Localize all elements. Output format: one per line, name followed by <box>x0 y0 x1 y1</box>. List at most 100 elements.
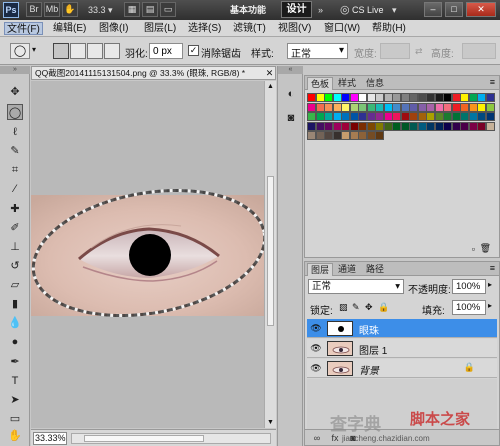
layer-row-layer1[interactable]: 👁 图层 1 <box>307 339 497 358</box>
zoom-dropdown[interactable]: 33.3 <box>88 3 106 17</box>
eraser-tool-icon[interactable]: ▱ <box>7 277 23 293</box>
lock-pixels-icon[interactable]: ✎ <box>352 302 360 313</box>
gradient-tool-icon[interactable]: ▮ <box>7 296 23 312</box>
horizontal-scroll-thumb[interactable] <box>84 435 204 442</box>
swatch[interactable] <box>375 131 384 140</box>
swap-icon[interactable]: ⇄ <box>415 46 423 57</box>
swatch[interactable] <box>485 121 495 131</box>
screen-mode-icon[interactable]: ▭ <box>160 2 176 17</box>
layer-row-eyeball[interactable]: 👁 眼珠 <box>307 319 497 338</box>
cs-live-icon[interactable]: ◎ <box>340 3 350 17</box>
tab-styles[interactable]: 样式 <box>335 77 359 90</box>
antialias-checkbox[interactable]: ✓ <box>188 45 199 56</box>
new-swatch-icon[interactable]: ▫ <box>472 244 475 254</box>
move-tool-icon[interactable]: ✥ <box>7 84 23 100</box>
maximize-button[interactable]: □ <box>445 2 463 17</box>
panel-menu-icon[interactable]: ≡ <box>490 263 495 273</box>
layer-row-background[interactable]: 👁 背景 🔒 <box>307 359 497 378</box>
trash-icon[interactable]: 🗑 <box>480 243 491 254</box>
tab-paths[interactable]: 路径 <box>363 263 387 276</box>
brush-tool-icon[interactable]: ✐ <box>7 220 23 236</box>
blend-mode-select[interactable]: 正常 ▾ <box>308 279 404 294</box>
chevron-right-icon[interactable]: ▸ <box>488 301 492 310</box>
feather-input[interactable] <box>149 43 183 59</box>
minibridge-icon[interactable]: Mb <box>44 2 60 17</box>
lock-all-icon[interactable]: 🔒 <box>378 302 389 313</box>
menu-layer[interactable]: 图层(L) <box>142 22 178 35</box>
menu-image[interactable]: 图像(I) <box>97 22 130 35</box>
hand-tool-icon[interactable]: ✋ <box>7 428 23 444</box>
crop-tool-icon[interactable]: ⌗ <box>7 162 23 178</box>
scroll-down-icon[interactable]: ▼ <box>267 419 274 426</box>
shape-tool-icon[interactable]: ▭ <box>7 411 23 427</box>
panel-menu-icon[interactable]: ≡ <box>490 77 495 87</box>
swatch[interactable] <box>485 93 495 102</box>
width-input[interactable] <box>380 43 410 59</box>
hand-icon[interactable]: ✋ <box>62 2 78 17</box>
eye-icon[interactable]: 👁 <box>310 343 322 353</box>
zoom-level-field[interactable]: 33.33% <box>33 432 67 445</box>
double-chevron-icon[interactable]: » <box>318 3 323 17</box>
vertical-scrollbar[interactable]: ▲ ▼ <box>264 81 276 428</box>
chevron-right-icon[interactable]: ▸ <box>488 280 492 289</box>
menu-filter[interactable]: 滤镜(T) <box>231 22 268 35</box>
ellipse-marquee-tool-icon[interactable]: ◯ <box>7 104 23 120</box>
dodge-tool-icon[interactable]: ● <box>7 334 23 350</box>
path-select-tool-icon[interactable]: ➤ <box>7 392 23 408</box>
subtract-selection-icon[interactable] <box>87 43 103 59</box>
arrange-icon[interactable]: ▤ <box>142 2 158 17</box>
bridge-icon[interactable]: Br <box>26 2 42 17</box>
menu-window[interactable]: 窗口(W) <box>322 22 362 35</box>
close-button[interactable]: ✕ <box>466 2 496 17</box>
color-panel-icon[interactable]: ◐ <box>283 86 299 102</box>
tab-channels[interactable]: 通道 <box>335 263 359 276</box>
chevron-down-icon[interactable]: ▾ <box>108 3 113 17</box>
menu-edit[interactable]: 编辑(E) <box>51 22 88 35</box>
close-document-icon[interactable]: ✕ <box>264 67 275 79</box>
masks-panel-icon[interactable]: ◙ <box>283 110 299 126</box>
document-tab[interactable]: QQ截图20141115131504.png @ 33.3% (眼珠, RGB/… <box>31 66 276 80</box>
horizontal-scrollbar[interactable] <box>71 433 271 444</box>
intersect-selection-icon[interactable] <box>104 43 120 59</box>
ellipse-marquee-preset-icon[interactable]: ◯ <box>10 43 30 59</box>
canvas-area[interactable] <box>31 81 264 428</box>
tab-layers[interactable]: 图层 <box>307 263 334 276</box>
quick-select-tool-icon[interactable]: ✎ <box>7 143 23 159</box>
workspace-design-button[interactable]: 设计 <box>281 1 312 18</box>
pen-tool-icon[interactable]: ✒ <box>7 354 23 370</box>
link-icon[interactable]: ∞ <box>311 432 323 444</box>
collapse-icon[interactable]: « <box>278 66 303 74</box>
clone-stamp-tool-icon[interactable]: ⊥ <box>7 239 23 255</box>
eyedropper-tool-icon[interactable]: ⁄ <box>7 181 23 197</box>
menu-help[interactable]: 帮助(H) <box>370 22 408 35</box>
menu-select[interactable]: 选择(S) <box>186 22 223 35</box>
menu-file[interactable]: 文件(F) <box>4 22 43 35</box>
fill-input[interactable]: 100% <box>452 300 486 315</box>
eye-icon[interactable]: 👁 <box>310 323 322 333</box>
swatch[interactable] <box>485 112 495 121</box>
image-canvas[interactable] <box>31 81 264 428</box>
lock-transparency-icon[interactable]: ▨ <box>339 302 348 313</box>
cs-live-menu[interactable]: CS Live <box>352 3 384 17</box>
height-input[interactable] <box>462 43 496 59</box>
style-select[interactable]: 正常 ▾ <box>287 43 348 60</box>
history-brush-tool-icon[interactable]: ↺ <box>7 258 23 274</box>
chevron-down-icon[interactable]: ▾ <box>32 45 36 54</box>
scroll-up-icon[interactable]: ▲ <box>267 83 274 90</box>
add-selection-icon[interactable] <box>70 43 86 59</box>
type-tool-icon[interactable]: T <box>7 373 23 389</box>
swatch[interactable] <box>485 102 495 112</box>
tab-swatches[interactable]: 色板 <box>307 77 334 90</box>
collapse-icon[interactable]: » <box>0 66 30 74</box>
chevron-down-icon[interactable]: ▾ <box>392 3 397 17</box>
eye-icon[interactable]: 👁 <box>310 363 322 373</box>
lock-position-icon[interactable]: ✥ <box>365 302 373 313</box>
workspace-basic[interactable]: 基本功能 <box>230 3 266 17</box>
lasso-tool-icon[interactable]: ℓ <box>7 124 23 140</box>
minimize-button[interactable]: – <box>424 2 442 17</box>
grid-view-icon[interactable]: ▦ <box>124 2 140 17</box>
tab-info[interactable]: 信息 <box>363 77 387 90</box>
menu-view[interactable]: 视图(V) <box>276 22 313 35</box>
vertical-scroll-thumb[interactable] <box>267 176 274 326</box>
blur-tool-icon[interactable]: 💧 <box>7 315 23 331</box>
